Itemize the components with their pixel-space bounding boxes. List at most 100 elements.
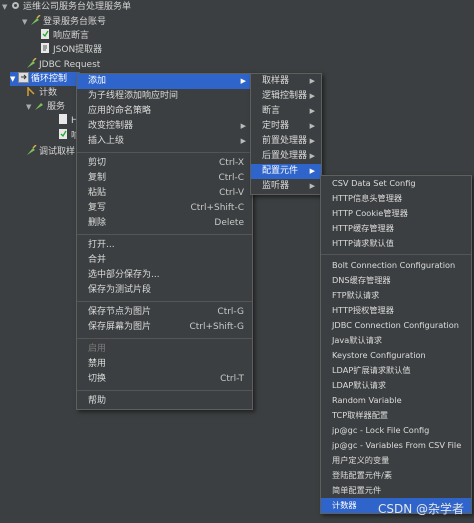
menu-item-copy[interactable]: 复制 Ctrl-C (77, 171, 252, 186)
menu-item-user-defined-variables[interactable]: 用户定义的变量 (321, 453, 471, 468)
context-menu: 添加 ▶ 为子线程添加响应时间 应用的命名策略 改变控制器 ▶ 插入上级 ▶ 剪切 Ct… (76, 73, 253, 410)
extractor-icon (40, 43, 51, 54)
assertion-icon (40, 29, 51, 40)
menu-item-cut[interactable]: 剪切 Ctrl-X (77, 156, 252, 171)
menu-item-timer[interactable]: 定时器 ▶ (251, 119, 321, 134)
menu-item-add-response-time[interactable]: 为子线程添加响应时间 (77, 89, 252, 104)
tree-node-label: 运维公司服务台处理服务单 (23, 2, 132, 12)
menu-separator (321, 254, 471, 255)
counter-icon (26, 86, 37, 97)
tree-node-service[interactable]: ▼ 服务 (26, 100, 65, 114)
menu-separator (77, 234, 252, 235)
submenu-arrow-icon: ▶ (309, 107, 315, 115)
tree-node-jdbc-request[interactable]: JDBC Request (26, 58, 100, 72)
assertion-icon (58, 129, 69, 140)
tree-node-json-extractor[interactable]: JSON提取器 (40, 43, 102, 57)
tree-node-root[interactable]: ▼ 运维公司服务台处理服务单 (2, 0, 131, 14)
menu-separator (77, 152, 252, 153)
menu-item-tcp-sampler-config[interactable]: TCP取样器配置 (321, 408, 471, 423)
tree-node-debug-sampler[interactable]: 调试取样 (26, 145, 75, 159)
submenu-arrow-icon: ▶ (309, 77, 315, 85)
menu-item-save-fragment[interactable]: 保存为测试片段 (77, 283, 252, 298)
menu-item-toggle[interactable]: 切换 Ctrl-T (77, 372, 252, 387)
menu-item-http-header-manager[interactable]: HTTP信息头管理器 (321, 191, 471, 206)
menu-item-variables-from-csv[interactable]: jp@gc - Variables From CSV File (321, 438, 471, 453)
menu-item-delete[interactable]: 删除 Delete (77, 216, 252, 231)
menu-item-dns-cache-manager[interactable]: DNS缓存管理器 (321, 273, 471, 288)
submenu-arrow-icon: ▶ (309, 137, 315, 145)
menu-separator (77, 301, 252, 302)
menu-item-http-auth-manager[interactable]: HTTP授权管理器 (321, 303, 471, 318)
menu-item-config-element[interactable]: 配置元件 ▶ (251, 164, 321, 179)
menu-item-disable[interactable]: 禁用 (77, 357, 252, 372)
broom-icon (30, 15, 41, 26)
tree-node-loop-controller[interactable]: ▼ 循环控制 (10, 72, 80, 86)
menu-item-ftp-defaults[interactable]: FTP默认请求 (321, 288, 471, 303)
collapse-arrow-icon[interactable]: ▼ (10, 72, 18, 86)
menu-item-random-variable[interactable]: Random Variable (321, 393, 471, 408)
collapse-arrow-icon[interactable]: ▼ (2, 0, 10, 14)
menu-item-logic-controller[interactable]: 逻辑控制器 ▶ (251, 89, 321, 104)
tree-node-label: 服务 (47, 102, 66, 112)
menu-item-java-defaults[interactable]: Java默认请求 (321, 333, 471, 348)
submenu-arrow-icon: ▶ (309, 167, 315, 175)
menu-item-http-request-defaults[interactable]: HTTP请求默认值 (321, 236, 471, 251)
menu-item-preprocessor[interactable]: 前置处理器 ▶ (251, 134, 321, 149)
document-icon (58, 114, 69, 125)
menu-item-listener[interactable]: 监听器 ▶ (251, 179, 321, 194)
loop-controller-icon (18, 72, 29, 83)
tree-node-counter[interactable]: 计数 (26, 86, 57, 100)
menu-item-http-cache-manager[interactable]: HTTP缓存管理器 (321, 221, 471, 236)
menu-item-keystore-config[interactable]: Keystore Configuration (321, 348, 471, 363)
menu-item-paste[interactable]: 粘贴 Ctrl-V (77, 186, 252, 201)
tree-node-label: 调试取样 (39, 147, 76, 157)
tree-node-label: 响应断言 (53, 31, 90, 41)
menu-item-assertion[interactable]: 断言 ▶ (251, 104, 321, 119)
menu-item-naming-policy[interactable]: 应用的命名策略 (77, 104, 252, 119)
menu-item-simple-config[interactable]: 简单配置元件 (321, 483, 471, 498)
submenu-arrow-icon: ▶ (240, 122, 246, 130)
menu-item-csv-data-set[interactable]: CSV Data Set Config (321, 176, 471, 191)
tree-node-login[interactable]: ▼ 登录服务台账号 (22, 15, 106, 29)
menu-separator (77, 390, 252, 391)
menu-item-ldap-defaults[interactable]: LDAP默认请求 (321, 378, 471, 393)
menu-item-save-node-image[interactable]: 保存节点为图片 Ctrl-G (77, 305, 252, 320)
menu-item-insert-parent[interactable]: 插入上级 ▶ (77, 134, 252, 149)
config-element-submenu: CSV Data Set Config HTTP信息头管理器 HTTP Cook… (320, 175, 472, 514)
menu-item-http-cookie-manager[interactable]: HTTP Cookie管理器 (321, 206, 471, 221)
menu-item-duplicate[interactable]: 复写 Ctrl+Shift-C (77, 201, 252, 216)
menu-item-change-controller[interactable]: 改变控制器 ▶ (77, 119, 252, 134)
menu-item-bolt-connection[interactable]: Bolt Connection Configuration (321, 258, 471, 273)
watermark: CSDN @杂学者 (377, 502, 464, 516)
tree-node-label: JSON提取器 (53, 45, 103, 55)
menu-item-ldap-ext-defaults[interactable]: LDAP扩展请求默认值 (321, 363, 471, 378)
menu-item-add[interactable]: 添加 ▶ (77, 74, 252, 89)
menu-item-help[interactable]: 帮助 (77, 394, 252, 409)
menu-item-sampler[interactable]: 取样器 ▶ (251, 74, 321, 89)
menu-item-open[interactable]: 打开... (77, 238, 252, 253)
gear-icon (10, 0, 21, 11)
sampler-icon (26, 58, 37, 69)
tree-node-h[interactable]: H (58, 114, 78, 128)
add-submenu: 取样器 ▶ 逻辑控制器 ▶ 断言 ▶ 定时器 ▶ 前置处理器 ▶ 后置处理器 ▶ 配置元件 ▶… (250, 73, 322, 195)
menu-item-postprocessor[interactable]: 后置处理器 ▶ (251, 149, 321, 164)
submenu-arrow-icon: ▶ (309, 152, 315, 160)
collapse-arrow-icon[interactable]: ▼ (22, 15, 30, 29)
submenu-arrow-icon: ▶ (309, 182, 315, 190)
sampler-icon (26, 145, 37, 156)
tree-node-label: 计数 (39, 88, 58, 98)
collapse-arrow-icon[interactable]: ▼ (26, 100, 34, 114)
tree-node-label: JDBC Request (39, 60, 101, 70)
submenu-arrow-icon: ▶ (309, 92, 315, 100)
sampler-icon (34, 100, 45, 111)
menu-item-merge[interactable]: 合并 (77, 253, 252, 268)
menu-item-lock-file-config[interactable]: jp@gc - Lock File Config (321, 423, 471, 438)
tree-node-response-assert[interactable]: 响应断言 (40, 29, 89, 43)
submenu-arrow-icon: ▶ (240, 137, 246, 145)
menu-item-save-selection[interactable]: 选中部分保存为... (77, 268, 252, 283)
menu-item-enable: 启用 (88, 344, 107, 354)
menu-separator (77, 338, 252, 339)
menu-item-login-config[interactable]: 登陆配置元件/素 (321, 468, 471, 483)
menu-item-jdbc-connection[interactable]: JDBC Connection Configuration (321, 318, 471, 333)
menu-item-save-screen-image[interactable]: 保存屏幕为图片 Ctrl+Shift-G (77, 320, 252, 335)
